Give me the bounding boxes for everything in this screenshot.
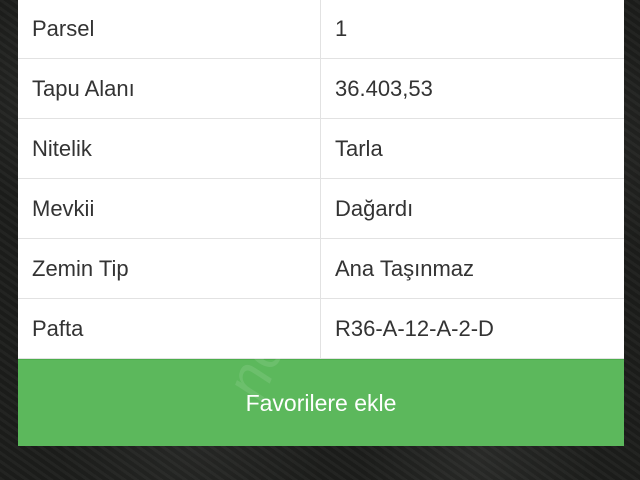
add-to-favorites-button[interactable]: Favorilere ekle [18,359,624,446]
row-label: Pafta [18,299,321,358]
row-value: Ana Taşınmaz [335,255,475,281]
table-row-tapu-alani: Tapu Alanı 36.403,53 [18,59,624,119]
row-label: Zemin Tip [18,239,321,298]
row-value: 36.403,53 [335,75,433,101]
row-label: Mevkii [18,179,321,238]
table-row-mevkii: Mevkii Dağardı [18,179,624,239]
parcel-details-panel: Parsel 1 Tapu Alanı 36.403,53 Nitelik Ta… [18,0,624,446]
table-row-nitelik: Nitelik Tarla [18,119,624,179]
table-row-parsel: Parsel 1 [18,0,624,59]
row-label: Tapu Alanı [18,59,321,118]
row-label: Parsel [18,0,321,58]
row-value: 1 [335,16,348,41]
table-row-pafta: Pafta R36-A-12-A-2-D [18,299,624,359]
row-value: Dağardı [335,195,414,221]
table-row-zemin-tip: Zemin Tip Ana Taşınmaz [18,239,624,299]
row-value: Tarla [335,135,383,161]
parcel-details-table: Parsel 1 Tapu Alanı 36.403,53 Nitelik Ta… [18,0,624,359]
row-label: Nitelik [18,119,321,178]
row-value: R36-A-12-A-2-D [335,315,494,341]
